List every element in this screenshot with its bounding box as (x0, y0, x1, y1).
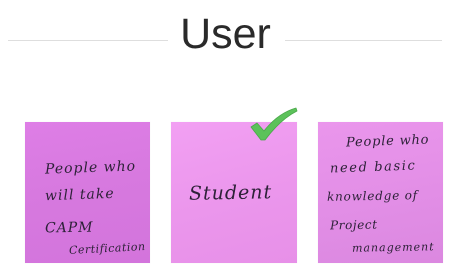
note-line: People who (44, 158, 137, 178)
note-line: People who (345, 132, 430, 151)
sticky-note-capm: People who will take CAPM Certification (25, 122, 150, 263)
sticky-notes: People who will take CAPM Certification … (0, 0, 451, 269)
check-icon (250, 107, 298, 141)
note-line: CAPM (44, 219, 94, 237)
note-line: Project (329, 217, 378, 233)
sticky-note-project-management: People who need basic knowledge of Proje… (318, 122, 443, 263)
note-line: Certification (68, 240, 146, 257)
slide: User People who will take CAPM Certifica… (0, 0, 451, 269)
note-line: Student (188, 181, 273, 205)
note-line: will take (44, 185, 115, 205)
note-line: management (351, 240, 435, 255)
note-line: need basic (329, 158, 417, 177)
note-line: knowledge of (326, 188, 419, 204)
